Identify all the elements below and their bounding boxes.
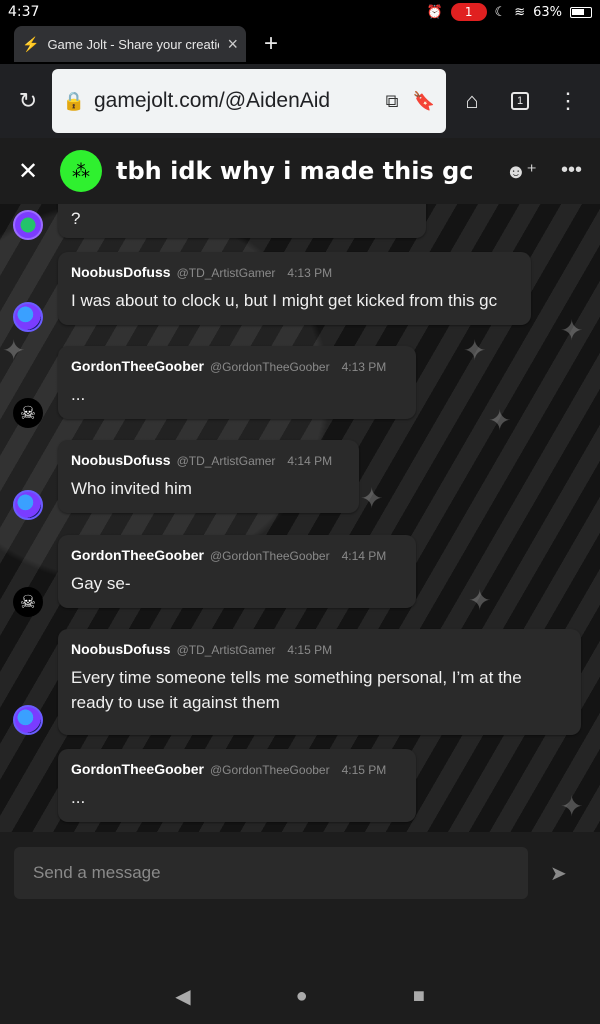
message-time: 4:14 PM	[341, 549, 387, 563]
message-meta: NoobusDofuss @TD_ArtistGamer 4:13 PM	[71, 264, 518, 280]
sparkle-decoration: ✦	[2, 335, 26, 366]
message-text: ...	[71, 385, 86, 404]
message-meta: NoobusDofuss @TD_ArtistGamer 4:15 PM	[71, 641, 568, 657]
back-icon[interactable]: ◀	[175, 984, 190, 1009]
sparkle-decoration: ✦	[488, 405, 512, 436]
lock-icon[interactable]: 🔒	[62, 91, 86, 112]
group-avatar[interactable]: ⁂	[60, 150, 102, 192]
message-bubble: GordonTheeGoober @GordonTheeGoober 4:14 …	[58, 535, 416, 608]
bookmark-icon[interactable]: 🔖	[412, 91, 436, 112]
status-icons: ⏰ 1 ☾ ≋ 63%	[427, 3, 592, 21]
sender-handle: @GordonTheeGoober	[210, 360, 330, 374]
message-time: 4:15 PM	[287, 643, 333, 657]
user-avatar[interactable]	[13, 490, 43, 520]
sender-handle: @TD_ArtistGamer	[176, 266, 276, 280]
battery-level: 63%	[533, 4, 562, 20]
message-bubble: ?	[58, 204, 426, 238]
message-list[interactable]: ✦ ✦ ✦ ✦ ✦ ✦ ✦ ? NoobusDofuss @TD_ArtistG…	[0, 204, 600, 832]
message-bubble: NoobusDofuss @TD_ArtistGamer 4:13 PM I w…	[58, 252, 531, 325]
message-bubble: NoobusDofuss @TD_ArtistGamer 4:15 PM Eve…	[58, 629, 581, 735]
user-avatar[interactable]	[13, 705, 43, 735]
reload-icon[interactable]: ↻	[10, 83, 46, 119]
url-text[interactable]: gamejolt.com/@AidenAid	[94, 89, 372, 113]
message-time: 4:13 PM	[341, 360, 387, 374]
message-time: 4:14 PM	[287, 454, 333, 468]
chat-header: ✕ ⁂ tbh idk why i made this gc ☻⁺ •••	[0, 138, 600, 204]
message-composer: ➤	[0, 832, 600, 914]
notification-count: 1	[464, 5, 473, 19]
user-avatar[interactable]	[13, 302, 43, 332]
sender-handle: @TD_ArtistGamer	[176, 643, 276, 657]
gamejolt-favicon-icon: ⚡	[22, 35, 40, 52]
wifi-icon: ≋	[514, 4, 526, 20]
sender-name[interactable]: NoobusDofuss	[71, 264, 171, 280]
composer-spacer	[0, 914, 600, 968]
sender-handle: @TD_ArtistGamer	[176, 454, 276, 468]
user-avatar[interactable]: ☠	[13, 398, 43, 428]
message-time: 4:15 PM	[341, 763, 387, 777]
message-bubble: NoobusDofuss @TD_ArtistGamer 4:14 PM Who…	[58, 440, 359, 513]
sender-name[interactable]: GordonTheeGoober	[71, 761, 204, 777]
message-meta: GordonTheeGoober @GordonTheeGoober 4:14 …	[71, 547, 403, 563]
message-text: Every time someone tells me something pe…	[71, 668, 522, 712]
send-icon[interactable]: ➤	[550, 861, 567, 886]
message-bubble: GordonTheeGoober @GordonTheeGoober 4:13 …	[58, 346, 416, 419]
user-avatar[interactable]: ☠	[13, 587, 43, 617]
new-tab-button[interactable]: +	[264, 30, 278, 58]
tab-title: Game Jolt - Share your creations	[47, 36, 220, 52]
sparkle-decoration: ✦	[463, 335, 487, 366]
moon-icon: ☾	[494, 4, 507, 20]
message-text: I was about to clock u, but I might get …	[71, 291, 498, 310]
status-bar: 4:37 ⏰ 1 ☾ ≋ 63%	[0, 0, 600, 24]
address-bar[interactable]: 🔒 gamejolt.com/@AidenAid ⧉ 🔖	[52, 69, 446, 133]
sender-name[interactable]: GordonTheeGoober	[71, 358, 204, 374]
message-meta: NoobusDofuss @TD_ArtistGamer 4:14 PM	[71, 452, 346, 468]
browser-tab[interactable]: ⚡ Game Jolt - Share your creations ×	[14, 26, 246, 62]
notification-badge: 1	[450, 3, 487, 21]
browser-toolbar: ↻ 🔒 gamejolt.com/@AidenAid ⧉ 🔖 ⌂ 1 ⋮	[0, 64, 600, 138]
add-member-icon[interactable]: ☻⁺	[505, 159, 537, 184]
alarm-icon: ⏰	[426, 4, 443, 20]
overflow-menu-icon[interactable]: ⋮	[550, 83, 586, 119]
message-time: 4:13 PM	[287, 266, 333, 280]
message-text: Who invited him	[71, 479, 192, 498]
cast-icon[interactable]: ⧉	[380, 91, 404, 112]
battery-icon	[570, 6, 592, 18]
system-nav-bar: ◀ ● ■	[0, 968, 600, 1024]
sender-handle: @GordonTheeGoober	[210, 763, 330, 777]
message-input[interactable]	[14, 847, 528, 899]
recents-icon[interactable]: ■	[413, 985, 425, 1008]
chat-header-actions: ☻⁺ •••	[505, 159, 582, 184]
home-circle-icon[interactable]: ●	[296, 985, 308, 1008]
sparkle-decoration: ✦	[468, 585, 492, 616]
more-options-icon[interactable]: •••	[561, 159, 582, 184]
home-icon[interactable]: ⌂	[454, 83, 490, 119]
sender-name[interactable]: GordonTheeGoober	[71, 547, 204, 563]
close-chat-icon[interactable]: ✕	[18, 157, 52, 186]
sender-name[interactable]: NoobusDofuss	[71, 452, 171, 468]
status-time: 4:37	[8, 4, 40, 20]
sender-name[interactable]: NoobusDofuss	[71, 641, 171, 657]
user-avatar[interactable]	[13, 210, 43, 240]
chat-title: tbh idk why i made this gc	[116, 157, 474, 185]
tab-switcher-button[interactable]: 1	[502, 83, 538, 119]
sparkle-decoration: ✦	[560, 791, 584, 822]
tab-close-icon[interactable]: ×	[227, 34, 238, 55]
message-meta: GordonTheeGoober @GordonTheeGoober 4:15 …	[71, 761, 403, 777]
browser-tab-strip: ⚡ Game Jolt - Share your creations × +	[0, 24, 600, 64]
sender-handle: @GordonTheeGoober	[210, 549, 330, 563]
sparkle-decoration: ✦	[360, 483, 384, 514]
message-meta: GordonTheeGoober @GordonTheeGoober 4:13 …	[71, 358, 403, 374]
message-bubble: GordonTheeGoober @GordonTheeGoober 4:15 …	[58, 749, 416, 822]
message-text: Gay se-	[71, 574, 131, 593]
tab-count: 1	[511, 92, 529, 110]
message-text: ...	[71, 788, 86, 807]
sparkle-decoration: ✦	[560, 315, 584, 346]
message-text: ?	[71, 209, 81, 228]
